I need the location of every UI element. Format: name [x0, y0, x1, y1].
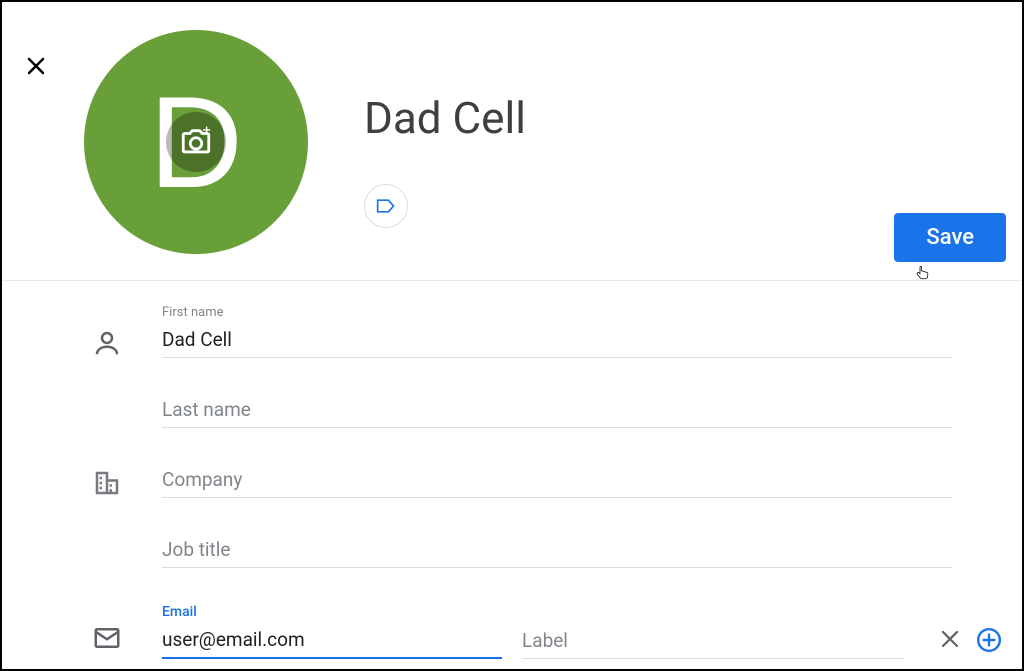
label-icon [376, 197, 396, 215]
last-name-field [162, 394, 952, 428]
person-icon [92, 328, 122, 358]
change-photo-button[interactable] [166, 112, 226, 172]
contact-name: Dad Cell [364, 92, 526, 144]
close-icon [938, 627, 962, 651]
company-row [92, 464, 1000, 498]
name-row: First name [92, 305, 1000, 358]
save-button[interactable]: Save [894, 213, 1006, 262]
first-name-input[interactable] [162, 324, 952, 358]
email-row: Email [92, 604, 1000, 659]
avatar: D [84, 30, 308, 254]
remove-email-button[interactable] [938, 627, 962, 651]
last-name-row [92, 394, 1000, 428]
company-input[interactable] [162, 464, 952, 498]
email-input[interactable] [162, 624, 502, 659]
job-title-row [92, 534, 1000, 568]
email-label-field [522, 625, 904, 659]
job-title-input[interactable] [162, 534, 952, 568]
form: First name [2, 281, 1022, 659]
job-title-field [162, 534, 952, 568]
cursor-icon [914, 262, 932, 284]
avatar-circle: D [84, 30, 308, 254]
email-icon [92, 623, 122, 653]
company-icon [92, 468, 122, 498]
header-info: Dad Cell [364, 30, 526, 228]
header: D Dad Cell Save [2, 2, 1022, 281]
email-label: Email [162, 604, 502, 620]
add-email-button[interactable] [976, 627, 1000, 651]
company-field [162, 464, 952, 498]
add-label-button[interactable] [364, 184, 408, 228]
last-name-input[interactable] [162, 394, 952, 428]
add-circle-icon [976, 627, 1002, 653]
email-field: Email [162, 604, 502, 659]
first-name-field: First name [162, 305, 952, 358]
first-name-label: First name [162, 305, 952, 320]
email-label-input[interactable] [522, 625, 904, 659]
camera-add-icon [179, 125, 213, 159]
